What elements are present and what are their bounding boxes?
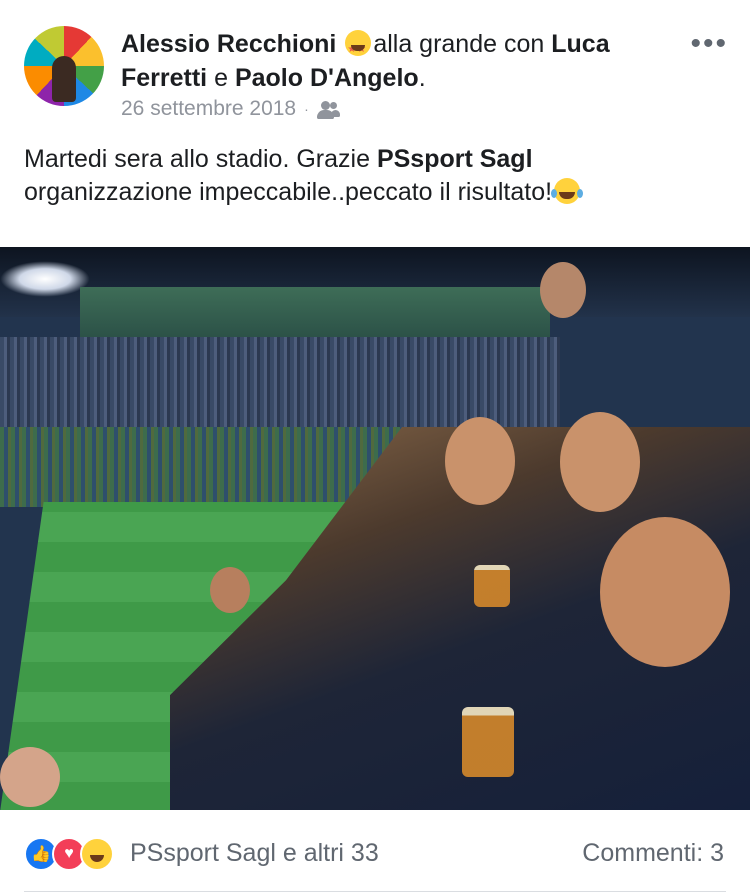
reactions-bar: 👍 ♥ PSsport Sagl e altri 33 Commenti: 3: [0, 812, 750, 894]
more-options-icon[interactable]: •••: [690, 29, 728, 59]
divider: [24, 891, 726, 892]
joiner-text: e: [214, 64, 228, 92]
reaction-icons[interactable]: 👍 ♥: [24, 837, 114, 871]
post-header: Alessio Recchioni alla grande con Luca F…: [0, 0, 750, 130]
post-photo[interactable]: [0, 247, 750, 810]
author-name[interactable]: Alessio Recchioni: [121, 30, 336, 58]
with-text: con: [503, 30, 545, 58]
haha-icon: [80, 837, 114, 871]
meta-separator: ·: [304, 101, 309, 117]
post-title: Alessio Recchioni alla grande con Luca F…: [121, 27, 681, 95]
author-avatar[interactable]: [24, 26, 104, 106]
post-text: Martedi sera allo stadio. Grazie PSsport…: [24, 143, 724, 209]
tagged-friend-2[interactable]: Paolo D'Angelo: [235, 64, 419, 92]
feeling-text: alla grande: [373, 30, 498, 58]
title-end: .: [418, 64, 426, 92]
post-date[interactable]: 26 settembre 2018: [121, 97, 296, 121]
post-text-part2: organizzazione impeccabile..peccato il r…: [24, 178, 553, 206]
comments-count[interactable]: Commenti: 3: [582, 839, 724, 868]
post-meta: 26 settembre 2018 ·: [121, 97, 340, 121]
post-text-part1: Martedi sera allo stadio. Grazie: [24, 145, 377, 173]
friends-icon[interactable]: [316, 100, 340, 119]
page-mention[interactable]: PSsport Sagl: [377, 145, 533, 173]
star-struck-emoji-icon: [345, 30, 372, 67]
tears-of-joy-emoji-icon: [551, 178, 581, 204]
reactions-count[interactable]: PSsport Sagl e altri 33: [130, 839, 379, 868]
